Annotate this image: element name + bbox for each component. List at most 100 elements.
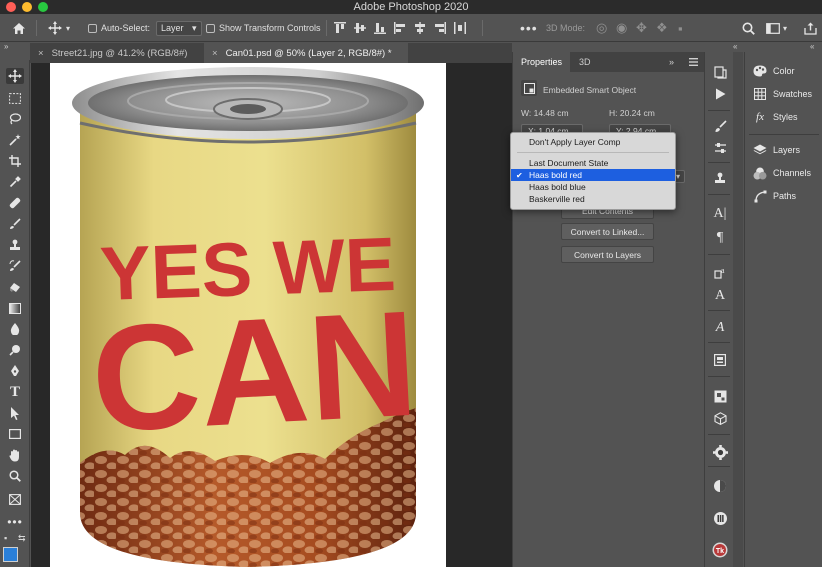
panel-color[interactable]: Color	[753, 63, 795, 79]
dodge-tool-icon[interactable]	[6, 342, 24, 358]
plugin-gear-icon[interactable]	[712, 444, 728, 460]
workspace-icon[interactable]: ▾	[766, 14, 787, 42]
auto-select-toggle[interactable]: Auto-Select:	[88, 14, 150, 42]
libraries-icon[interactable]	[712, 352, 728, 368]
marquee-tool-icon[interactable]	[6, 90, 24, 106]
pen-tool-icon[interactable]	[6, 363, 24, 379]
layer-comp-dropdown[interactable]: Don't Apply Layer Comp Last Document Sta…	[510, 132, 676, 210]
3d-roll-icon[interactable]: ◉	[616, 14, 627, 42]
align-horizontal-center-icon[interactable]	[414, 22, 426, 34]
3d-cube-icon[interactable]	[712, 410, 728, 426]
strip-scrollbar[interactable]	[733, 52, 743, 567]
dropdown-item-haas-bold-blue[interactable]: Haas bold blue	[511, 181, 675, 193]
panel-menu-icon[interactable]	[689, 52, 698, 72]
height-value[interactable]: H: 20.24 cm	[609, 108, 655, 118]
paragraph-styles-icon[interactable]: A	[712, 320, 728, 336]
brush-tool-icon[interactable]	[6, 216, 24, 232]
distribute-icon[interactable]	[454, 22, 466, 34]
healing-brush-tool-icon[interactable]	[6, 195, 24, 211]
type-tool-icon[interactable]: T	[6, 384, 24, 400]
brush-settings-icon[interactable]	[712, 118, 728, 134]
dropdown-item-baskerville-red[interactable]: Baskerville red	[511, 193, 675, 205]
plugin-pause-icon[interactable]	[712, 510, 728, 526]
paragraph-panel-icon[interactable]: ¶	[712, 230, 728, 246]
share-icon[interactable]	[804, 14, 817, 42]
magic-wand-tool-icon[interactable]	[6, 132, 24, 148]
dropdown-item-dont-apply[interactable]: Don't Apply Layer Comp	[511, 136, 675, 148]
rectangle-tool-icon[interactable]	[6, 426, 24, 442]
blur-tool-icon[interactable]	[6, 321, 24, 337]
3d-slide-icon[interactable]: ❖	[656, 14, 668, 42]
3d-scale-icon[interactable]: ▪	[678, 14, 683, 42]
checkmark-icon: ✔	[516, 170, 523, 180]
artboard-tool-icon[interactable]	[6, 491, 24, 507]
tab-street21[interactable]: × Street21.jpg @ 41.2% (RGB/8#)	[30, 43, 202, 63]
crop-tool-icon[interactable]	[6, 153, 24, 169]
zoom-tool-icon[interactable]	[6, 468, 24, 484]
align-bottom-icon[interactable]	[374, 22, 386, 34]
width-value[interactable]: W: 14.48 cm	[521, 108, 569, 118]
panel-paths[interactable]: Paths	[753, 188, 796, 204]
search-icon[interactable]	[742, 14, 755, 42]
adjustments-sliders-icon[interactable]	[712, 140, 728, 156]
tab-can01[interactable]: × Can01.psd @ 50% (Layer 2, RGB/8#) *	[204, 43, 408, 63]
3d-mode-label: 3D Mode:	[546, 23, 586, 33]
foreground-color-swatch[interactable]	[3, 547, 18, 562]
expand-toolbar-icon[interactable]: »	[0, 42, 30, 52]
clone-stamp-tool-icon[interactable]	[6, 237, 24, 253]
3d-pan-icon[interactable]: ✥	[636, 14, 647, 42]
3d-orbit-icon[interactable]: ◎	[596, 14, 607, 42]
align-left-icon[interactable]	[394, 22, 406, 34]
dropdown-item-haas-bold-red[interactable]: ✔ Haas bold red	[511, 169, 675, 181]
title-bar: Adobe Photoshop 2020	[0, 0, 822, 14]
transform-controls-checkbox[interactable]	[206, 23, 215, 33]
dropdown-item-last-document-state[interactable]: Last Document State	[511, 157, 675, 169]
close-tab-icon[interactable]: ×	[212, 48, 218, 59]
panel-layers[interactable]: Layers	[753, 142, 800, 158]
path-selection-tool-icon[interactable]	[6, 405, 24, 421]
move-tool-options-icon[interactable]: ▾	[48, 14, 70, 42]
clone-source-icon[interactable]	[712, 170, 728, 186]
history-icon[interactable]	[712, 64, 728, 80]
default-colors-icon[interactable]: ▪	[4, 533, 7, 543]
align-top-icon[interactable]	[334, 22, 346, 34]
chevron-down-icon: ▾	[66, 23, 71, 33]
lasso-tool-icon[interactable]	[6, 111, 24, 127]
eyedropper-tool-icon[interactable]	[6, 174, 24, 190]
actions-play-icon[interactable]	[712, 86, 728, 102]
swap-colors-icon[interactable]: ⇆	[18, 533, 26, 544]
edit-toolbar-icon[interactable]: •••	[6, 514, 24, 530]
tab-properties[interactable]: Properties	[513, 52, 571, 72]
align-right-icon[interactable]	[434, 22, 446, 34]
glyphs-icon[interactable]: a	[712, 264, 728, 280]
convert-to-linked-button[interactable]: Convert to Linked...	[561, 223, 654, 240]
auto-select-dropdown[interactable]: Layer ▾	[156, 14, 202, 42]
tab-3d[interactable]: 3D	[579, 52, 591, 72]
align-vertical-center-icon[interactable]	[354, 22, 366, 34]
smart-object-icon	[521, 80, 537, 96]
auto-select-checkbox[interactable]	[88, 23, 97, 33]
move-tool-icon[interactable]	[6, 68, 24, 84]
collapse-panels-icon[interactable]: «	[810, 42, 814, 51]
plugin-circle-icon[interactable]	[712, 478, 728, 494]
convert-to-layers-button[interactable]: Convert to Layers	[561, 246, 654, 263]
show-transform-controls-toggle[interactable]: Show Transform Controls	[206, 14, 321, 42]
hand-tool-icon[interactable]	[6, 447, 24, 463]
gradient-tool-icon[interactable]	[6, 300, 24, 316]
character-styles-icon[interactable]: A	[712, 288, 728, 304]
home-icon[interactable]	[12, 14, 26, 42]
character-panel-icon[interactable]: A|	[712, 206, 728, 222]
panel-styles[interactable]: fx Styles	[753, 109, 798, 125]
collapse-strip-icon[interactable]: «	[733, 42, 737, 51]
layer-comps-icon[interactable]	[712, 388, 728, 404]
plugin-tk-icon[interactable]: Tk	[712, 542, 728, 558]
more-options-icon[interactable]: •••	[520, 14, 538, 42]
close-tab-icon[interactable]: ×	[38, 48, 44, 59]
panel-channels[interactable]: Channels	[753, 165, 811, 181]
document-canvas[interactable]: YES WE CAN	[50, 63, 446, 567]
panel-swatches[interactable]: Swatches	[753, 86, 812, 102]
history-brush-tool-icon[interactable]	[6, 258, 24, 274]
tools-panel: T ••• ▪ ⇆	[0, 60, 30, 567]
collapse-panel-icon[interactable]: »	[669, 52, 674, 72]
eraser-tool-icon[interactable]	[6, 279, 24, 295]
